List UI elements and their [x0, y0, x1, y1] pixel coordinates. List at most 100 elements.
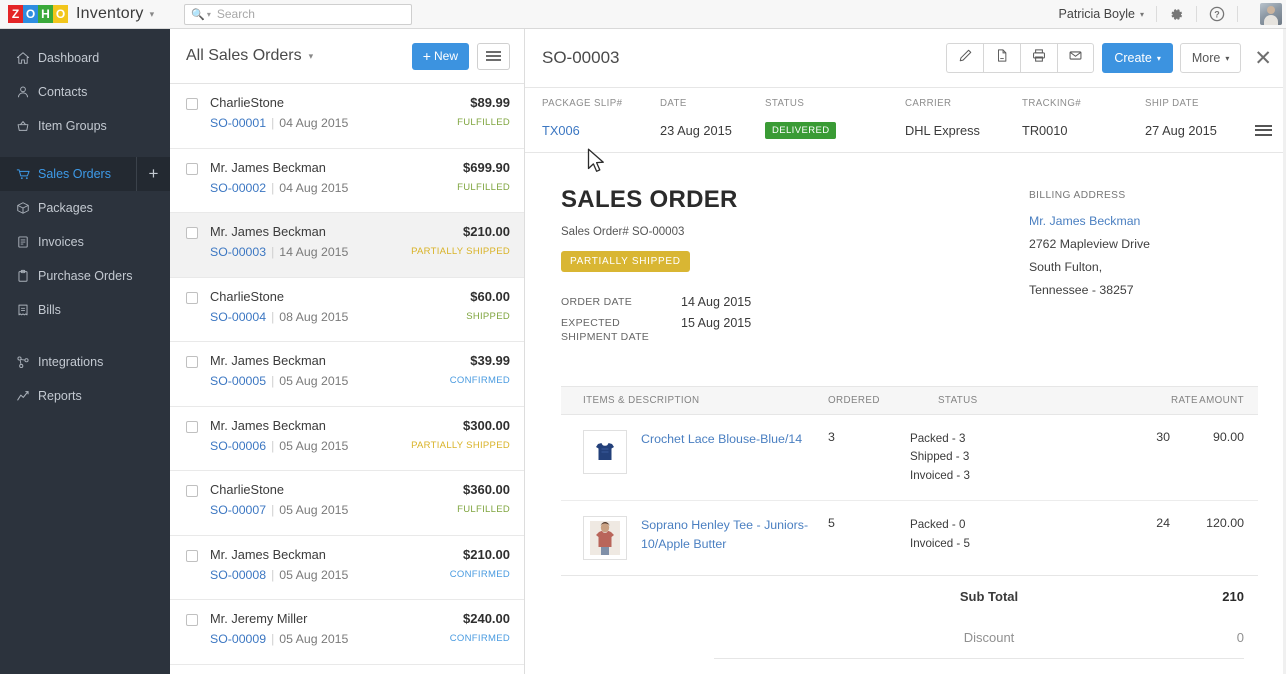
item-status-line: Packed - 0	[910, 518, 966, 532]
chevron-down-icon: ▾	[1156, 53, 1161, 63]
plus-icon: +	[422, 48, 431, 64]
row-subline: SO-00006 | 05 Aug 2015	[210, 439, 348, 453]
divider: |	[271, 309, 275, 324]
item-name-link[interactable]: Crochet Lace Blouse-Blue/14	[641, 430, 828, 486]
search-input[interactable]: 🔍 ▾ Search	[184, 3, 413, 25]
person-icon	[16, 85, 38, 99]
list-item[interactable]: CharlieStone SO-00004 | 08 Aug 2015 $60.00 SH…	[170, 277, 524, 342]
item-status: Packed - 3 Shipped - 3 Invoiced - 3	[910, 430, 1075, 486]
list-header: All Sales Orders ▾ + New	[170, 29, 524, 84]
chart-icon	[16, 389, 38, 403]
row-checkbox[interactable]	[186, 356, 198, 368]
order-number-link[interactable]: SO-00006	[210, 439, 266, 453]
list-item[interactable]: Mr. James Beckman SO-00006 | 05 Aug 2015 $30…	[170, 406, 524, 471]
row-checkbox[interactable]	[186, 614, 198, 626]
customer-name: CharlieStone	[210, 288, 284, 304]
list-menu-button[interactable]	[477, 42, 510, 70]
sidebar-item-packages[interactable]: Packages	[0, 191, 170, 225]
chevron-down-icon[interactable]: ▾	[207, 10, 211, 19]
divider: |	[271, 632, 275, 646]
list-item[interactable]: CharlieStone SO-00007 | 05 Aug 2015 $360.00 F…	[170, 471, 524, 536]
row-checkbox[interactable]	[186, 420, 198, 433]
user-menu-label[interactable]: Patricia Boyle	[1059, 7, 1135, 21]
customer-name: Mr. James Beckman	[210, 159, 326, 175]
blue-blouse-thumbnail	[583, 429, 627, 474]
list-item[interactable]: Mr. James Beckman SO-00005 | 05 Aug 2015 $39…	[170, 342, 524, 407]
row-main: Mr. James Beckman SO-00002 | 04 Aug 2015	[210, 160, 348, 213]
billing-contact-link[interactable]: Mr. James Beckman	[1029, 214, 1258, 228]
order-number-link[interactable]: SO-00007	[210, 503, 266, 517]
item-ordered-qty: 3	[828, 429, 835, 444]
order-number-link[interactable]: SO-00009	[210, 632, 266, 646]
sidebar-item-bills[interactable]: Bills	[0, 293, 170, 327]
sidebar-item-invoices[interactable]: Invoices	[0, 225, 170, 259]
sidebar-item-sales-orders[interactable]: Sales Orders +	[0, 157, 170, 191]
sidebar-item-reports[interactable]: Reports	[0, 379, 170, 413]
sales-orders-list[interactable]: CharlieStone SO-00001 | 04 Aug 2015 $89.99 FU…	[170, 84, 524, 665]
sidebar-item-purchase-orders[interactable]: Purchase Orders	[0, 259, 170, 293]
row-checkbox[interactable]	[186, 162, 198, 175]
list-item[interactable]: Mr. James Beckman SO-00002 | 04 Aug 2015 $69…	[170, 148, 524, 213]
gear-icon[interactable]	[1169, 7, 1184, 22]
order-number-link[interactable]: SO-00001	[210, 116, 266, 130]
row-main: CharlieStone SO-00007 | 05 Aug 2015	[210, 482, 348, 535]
document-left-column: SALES ORDER Sales Order# SO-00003 PARTIA…	[561, 186, 1029, 352]
pdf-button[interactable]	[983, 43, 1021, 73]
item-status-line: Invoiced - 3	[910, 468, 970, 482]
row-right: $699.90 FULFILLED	[457, 160, 510, 213]
row-right: $39.99 CONFIRMED	[450, 353, 510, 406]
chevron-down-icon[interactable]: ▾	[1140, 10, 1144, 19]
print-button[interactable]	[1020, 43, 1058, 73]
divider: |	[271, 567, 275, 582]
row-checkbox[interactable]	[186, 291, 198, 304]
add-sales-order-button[interactable]: +	[136, 157, 170, 191]
row-checkbox[interactable]	[186, 549, 198, 562]
item-name-link[interactable]: Soprano Henley Tee - Juniors-10/Apple Bu…	[641, 516, 828, 560]
avatar[interactable]	[1260, 3, 1282, 25]
package-row-menu-icon[interactable]	[1255, 122, 1272, 138]
order-number-link[interactable]: SO-00002	[210, 181, 266, 195]
list-item[interactable]: Mr. James Beckman SO-00008 | 05 Aug 2015 $21…	[170, 535, 524, 600]
sidebar-item-integrations[interactable]: Integrations	[0, 345, 170, 379]
bill-icon	[16, 303, 38, 317]
expected-shipment-value: 15 Aug 2015	[681, 316, 752, 331]
order-number-link[interactable]: SO-00004	[210, 310, 266, 324]
list-item[interactable]: Mr. Jeremy Miller SO-00009 | 05 Aug 2015 $24…	[170, 600, 524, 665]
package-slip-link[interactable]: TX006	[542, 123, 660, 138]
chevron-down-icon[interactable]: ▾	[150, 9, 155, 20]
more-button[interactable]: More ▾	[1179, 43, 1242, 73]
row-checkbox[interactable]	[186, 485, 198, 497]
email-button[interactable]	[1057, 43, 1095, 73]
row-checkbox[interactable]	[186, 227, 198, 239]
pencil-icon	[958, 48, 973, 68]
search-placeholder: Search	[216, 7, 255, 21]
sidebar-item-dashboard[interactable]: Dashboard	[0, 41, 170, 75]
order-number-link[interactable]: SO-00003	[210, 245, 266, 259]
package-row[interactable]: TX006 23 Aug 2015 DELIVERED DHL Express …	[525, 115, 1286, 153]
sidebar-item-item-groups[interactable]: Item Groups	[0, 109, 170, 143]
order-amount: $39.99	[470, 353, 510, 368]
brand-logo[interactable]: Z O H O Inventory ▾	[0, 5, 154, 23]
item-rate: 30	[1156, 429, 1170, 444]
new-sales-order-button[interactable]: + New	[411, 42, 469, 70]
row-checkbox[interactable]	[186, 98, 198, 110]
chevron-down-icon[interactable]: ▾	[309, 51, 314, 62]
subtotal-label: Sub Total	[959, 589, 1019, 605]
status-badge: CONFIRMED	[449, 375, 510, 386]
edit-button[interactable]	[946, 43, 984, 73]
subtotal-row: Sub Total 210	[561, 576, 1244, 617]
item-status: Packed - 0 Invoiced - 5	[910, 516, 1075, 560]
create-button[interactable]: Create ▾	[1102, 43, 1173, 73]
help-icon[interactable]: ?	[1209, 6, 1225, 22]
close-icon[interactable]: ✕	[1254, 48, 1272, 69]
list-item[interactable]: CharlieStone SO-00001 | 04 Aug 2015 $89.99 FU…	[170, 84, 524, 149]
order-number-link[interactable]: SO-00008	[210, 568, 266, 582]
integrations-icon	[16, 355, 38, 369]
divider: |	[271, 245, 275, 259]
list-title[interactable]: All Sales Orders	[186, 47, 302, 65]
order-number-link[interactable]: SO-00005	[210, 374, 266, 388]
sidebar-item-contacts[interactable]: Contacts	[0, 75, 170, 109]
sidebar-item-label: Purchase Orders	[38, 269, 133, 283]
list-item[interactable]: Mr. James Beckman SO-00003 | 14 Aug 2015 $21…	[170, 213, 524, 278]
